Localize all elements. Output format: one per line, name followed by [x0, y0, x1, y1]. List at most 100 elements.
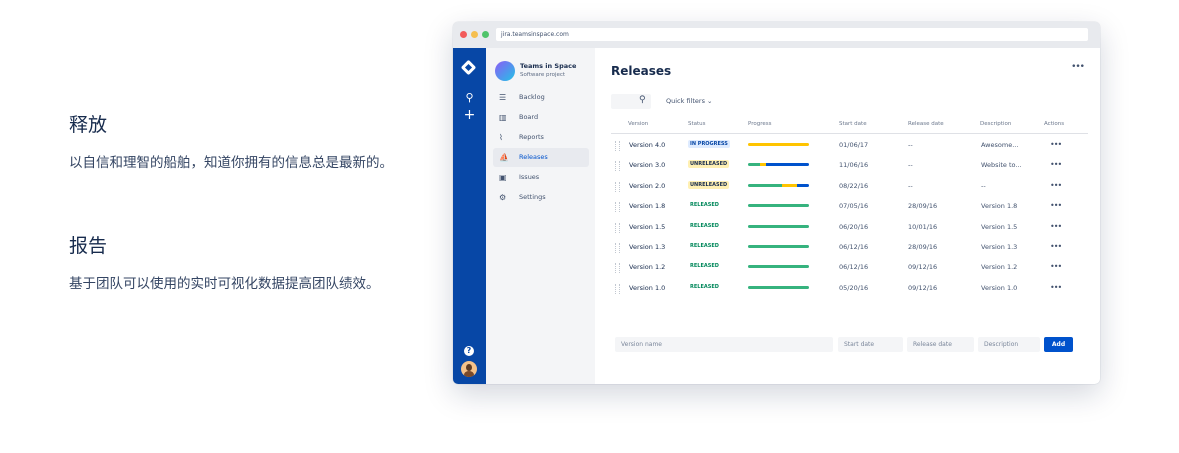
search-icon[interactable]: ⚲: [453, 91, 486, 104]
feature-title: 报告: [69, 235, 108, 257]
status-badge: UNRELEASED: [688, 180, 730, 189]
start-date: 06/12/16: [839, 263, 869, 272]
status-badge: RELEASED: [690, 243, 719, 249]
release-date-input[interactable]: [907, 337, 974, 352]
drag-handle-icon[interactable]: [615, 202, 620, 213]
version-name-link[interactable]: Version 4.0: [629, 141, 665, 149]
row-actions-icon[interactable]: •••: [1050, 140, 1062, 149]
feature-release: 释放 以自信和理智的船舶，知道你拥有的信息总是最新的。: [69, 110, 439, 172]
table-row[interactable]: Version 1.8 RELEASED 07/05/16 28/09/16 Versi…: [595, 198, 1100, 218]
sidebar-item-releases[interactable]: ⛵ Releases: [493, 148, 589, 167]
table-row[interactable]: Version 1.5 RELEASED 06/20/16 10/01/16 Versi…: [595, 219, 1100, 239]
version-name-link[interactable]: Version 3.0: [629, 161, 665, 169]
column-header-status[interactable]: Status: [688, 121, 706, 127]
description: Version 1.0: [981, 283, 1018, 292]
sidebar-item-backlog[interactable]: ☰ Backlog: [493, 88, 589, 107]
column-header-actions: Actions: [1044, 121, 1065, 127]
row-actions-icon[interactable]: •••: [1050, 262, 1062, 271]
column-header-start-date[interactable]: Start date: [839, 121, 867, 127]
search-icon: ⚲: [639, 95, 646, 105]
close-window-dot[interactable]: [460, 31, 467, 38]
page-title: Releases: [611, 64, 672, 78]
table-row[interactable]: Version 3.0 UNRELEASED 11/06/16 -- Website t…: [595, 157, 1100, 177]
row-actions-icon[interactable]: •••: [1050, 160, 1062, 169]
browser-window: jira.teamsinspace.com ⚲ + ? Teams in Spa…: [453, 22, 1100, 384]
column-header-version[interactable]: Version: [628, 121, 648, 127]
more-options-icon[interactable]: •••: [1071, 62, 1085, 72]
progress-segment-done: [748, 285, 809, 289]
version-name-link[interactable]: Version 2.0: [629, 182, 665, 190]
settings-icon: ⚙: [499, 193, 507, 202]
drag-handle-icon[interactable]: [615, 161, 620, 172]
maximize-window-dot[interactable]: [482, 31, 489, 38]
global-navigation: ⚲ + ?: [453, 48, 486, 384]
start-date: 06/20/16: [839, 222, 869, 231]
search-input[interactable]: ⚲: [611, 94, 651, 109]
progress-bar: [748, 265, 809, 269]
start-date: 06/12/16: [839, 243, 869, 251]
status-badge: RELEASED: [690, 202, 719, 209]
start-date: 07/05/16: [839, 202, 869, 211]
release-date: 10/01/16: [908, 222, 938, 231]
progress-segment-done: [748, 224, 809, 228]
status-badge: RELEASED: [690, 263, 719, 270]
status-badge: IN PROGRESS: [688, 140, 730, 148]
drag-handle-icon[interactable]: [615, 283, 620, 294]
progress-segment-in-progress: [748, 143, 809, 146]
user-avatar[interactable]: [461, 361, 477, 377]
row-actions-icon[interactable]: •••: [1050, 201, 1062, 210]
add-version-button[interactable]: Add: [1044, 337, 1073, 352]
browser-chrome: jira.teamsinspace.com: [453, 22, 1100, 48]
progress-bar: [748, 224, 809, 228]
start-date: 08/22/16: [839, 181, 869, 190]
table-row[interactable]: Version 1.3 RELEASED 06/12/16 28/09/16 Versi…: [595, 239, 1100, 259]
project-avatar-icon[interactable]: [495, 61, 515, 81]
sidebar-item-label: Settings: [519, 193, 546, 201]
drag-handle-icon[interactable]: [615, 243, 620, 253]
sidebar-item-issues[interactable]: ▣ Issues: [493, 168, 589, 187]
column-header-release-date[interactable]: Release date: [908, 121, 944, 127]
row-actions-icon[interactable]: •••: [1050, 222, 1062, 231]
description-input[interactable]: [978, 337, 1040, 352]
column-header-description[interactable]: Description: [980, 121, 1011, 127]
drag-handle-icon[interactable]: [615, 141, 620, 151]
drag-handle-icon[interactable]: [615, 222, 620, 233]
minimize-window-dot[interactable]: [471, 31, 478, 38]
quick-filters-dropdown[interactable]: Quick filters ⌄: [666, 97, 712, 105]
help-icon[interactable]: ?: [464, 346, 474, 356]
row-actions-icon[interactable]: •••: [1050, 283, 1062, 292]
address-bar[interactable]: jira.teamsinspace.com: [496, 28, 1088, 41]
create-plus-icon[interactable]: +: [453, 107, 486, 123]
row-actions-icon[interactable]: •••: [1050, 181, 1062, 190]
start-date: 01/06/17: [839, 141, 869, 149]
drag-handle-icon[interactable]: [615, 263, 620, 274]
jira-logo-icon[interactable]: [460, 59, 477, 76]
feature-title: 释放: [69, 114, 108, 136]
start-date-input[interactable]: [838, 337, 903, 352]
sidebar-item-board[interactable]: ▥ Board: [493, 108, 589, 127]
issues-icon: ▣: [499, 173, 507, 182]
version-name-link[interactable]: Version 1.2: [629, 263, 665, 271]
column-header-progress[interactable]: Progress: [748, 121, 771, 127]
table-row[interactable]: Version 4.0 IN PROGRESS 01/06/17 -- Awesome.…: [595, 137, 1100, 157]
sidebar-item-label: Reports: [519, 133, 544, 141]
progress-segment-todo: [796, 183, 809, 187]
progress-bar: [748, 285, 809, 289]
row-actions-icon[interactable]: •••: [1050, 242, 1062, 251]
project-name[interactable]: Teams in Space: [520, 62, 576, 70]
version-name-link[interactable]: Version 1.8: [629, 202, 665, 210]
progress-bar: [748, 183, 809, 187]
version-name-link[interactable]: Version 1.0: [629, 284, 665, 292]
version-name-link[interactable]: Version 1.5: [629, 223, 665, 231]
drag-handle-icon[interactable]: [615, 181, 620, 192]
version-name-input[interactable]: [615, 337, 833, 352]
feature-text: 以自信和理智的船舶，知道你拥有的信息总是最新的。: [69, 155, 393, 171]
sidebar-item-settings[interactable]: ⚙ Settings: [493, 188, 589, 207]
progress-segment-done: [748, 183, 782, 187]
table-row[interactable]: Version 2.0 UNRELEASED 08/22/16 -- -- •••: [595, 178, 1100, 198]
sidebar-item-reports[interactable]: ⌇ Reports: [493, 128, 589, 147]
table-row[interactable]: Version 1.2 RELEASED 06/12/16 09/12/16 Versi…: [595, 259, 1100, 279]
status-badge: UNRELEASED: [688, 160, 730, 169]
version-name-link[interactable]: Version 1.3: [629, 243, 665, 251]
table-row[interactable]: Version 1.0 RELEASED 05/20/16 09/12/16 Versi…: [595, 280, 1100, 300]
